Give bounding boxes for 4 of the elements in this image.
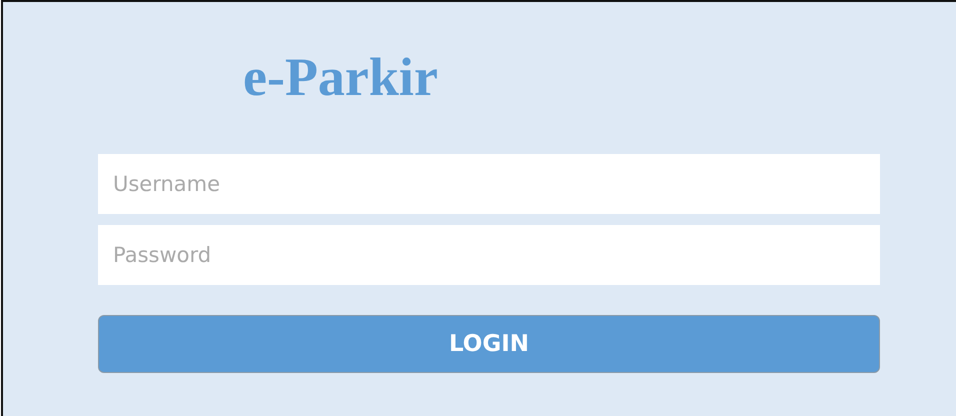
password-field[interactable]: Password (98, 225, 880, 285)
username-field[interactable]: Username (98, 154, 880, 214)
logo-text: e-Parkir (243, 50, 438, 104)
login-button[interactable]: LOGIN (98, 315, 880, 373)
